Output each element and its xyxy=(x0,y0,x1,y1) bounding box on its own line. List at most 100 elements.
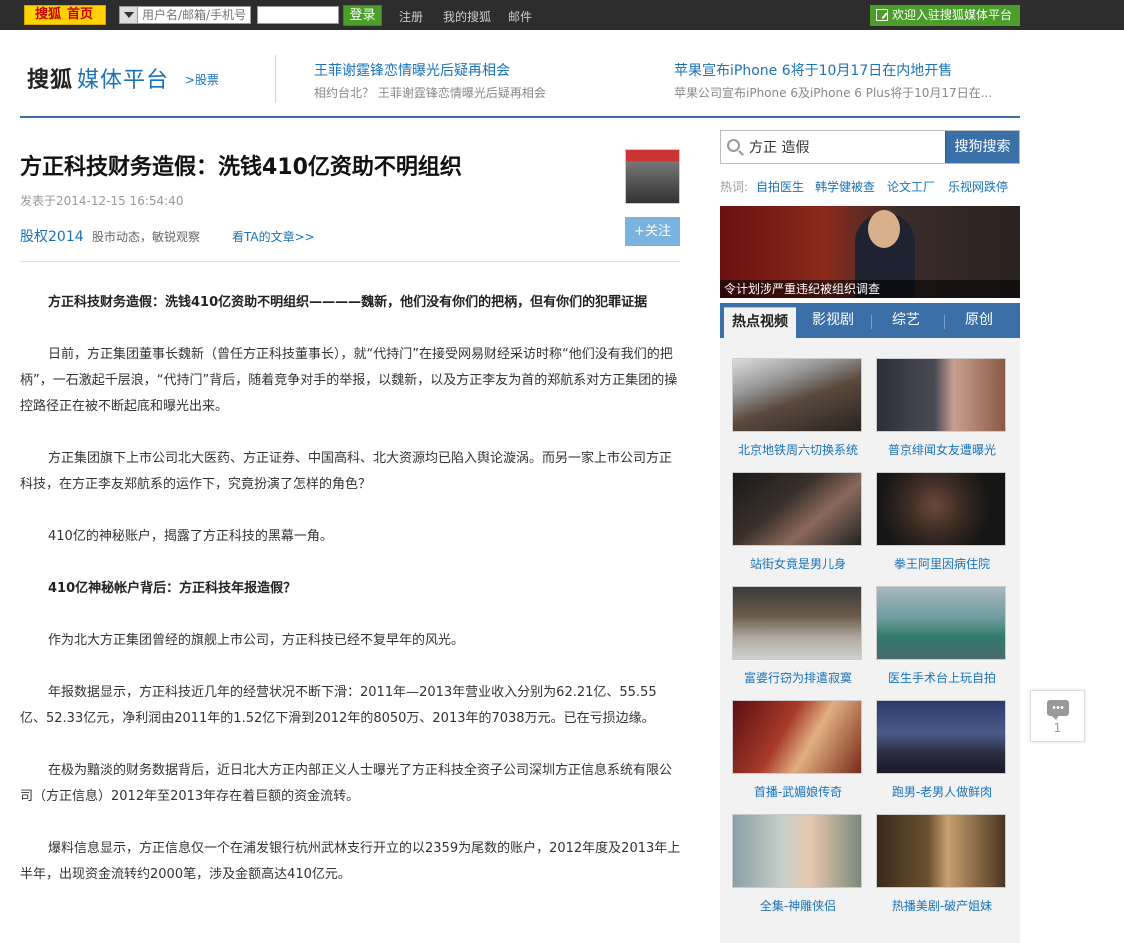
featured-news-banner[interactable]: 令计划涉严重违纪被组织调查 xyxy=(720,206,1020,298)
video-caption[interactable]: 拳王阿里因病住院 xyxy=(876,555,1008,572)
article-paragraph: 410亿神秘帐户背后：方正科技年报造假？ xyxy=(20,576,682,602)
video-caption[interactable]: 全集-神雕侠侣 xyxy=(732,897,864,914)
video-thumbnail[interactable] xyxy=(876,814,1006,888)
article-paragraph: 方正集团旗下上市公司北大医药、方正证券、中国高科、北大资源均已陷入舆论漩涡。而另… xyxy=(20,451,673,492)
tab-separator xyxy=(871,315,872,329)
video-caption[interactable]: 医生手术台上玩自拍 xyxy=(876,669,1008,686)
article-title: 方正科技财务造假：洗钱410亿资助不明组织 xyxy=(20,155,462,180)
tab-tv-series[interactable]: 影视剧 xyxy=(802,303,864,338)
video-caption[interactable]: 热播美剧-破产姐妹 xyxy=(876,897,1008,914)
video-item[interactable]: 拳王阿里因病住院 xyxy=(876,472,1008,572)
video-item[interactable]: 热播美剧-破产姐妹 xyxy=(876,814,1008,914)
password-input[interactable] xyxy=(257,6,339,24)
search-box: 搜狗搜索 xyxy=(720,130,1020,164)
video-item[interactable]: 医生手术台上玩自拍 xyxy=(876,586,1008,686)
author-avatar[interactable] xyxy=(625,149,680,204)
article-paragraph: 方正科技财务造假：洗钱410亿资助不明组织————魏新，他们没有你们的把柄，但有… xyxy=(20,290,682,316)
video-caption[interactable]: 站街女竟是男儿身 xyxy=(732,555,864,572)
author-articles-link[interactable]: 看TA的文章>> xyxy=(232,228,315,245)
video-thumbnail[interactable] xyxy=(732,586,862,660)
header-divider xyxy=(275,55,276,103)
article-paragraph-bold: 方正科技财务造假：洗钱410亿资助不明组织————魏新，他们没有你们的把柄，但有… xyxy=(48,295,648,310)
video-thumbnail[interactable] xyxy=(732,700,862,774)
sogou-search-button[interactable]: 搜狗搜索 xyxy=(945,131,1019,163)
video-caption[interactable]: 北京地铁周六切换系统 xyxy=(732,441,864,458)
hot-word-link[interactable]: 自拍医生 xyxy=(756,178,804,195)
headline-summary-2: 苹果公司宣布iPhone 6及iPhone 6 Plus将于10月17日在... xyxy=(674,86,993,100)
join-media-platform-button[interactable]: 欢迎入驻搜狐媒体平台 xyxy=(870,5,1020,26)
tab-separator xyxy=(944,315,945,329)
article-divider xyxy=(20,261,680,262)
join-media-platform-label: 欢迎入驻搜狐媒体平台 xyxy=(892,8,1013,22)
banner-photo-face xyxy=(868,210,900,248)
headline-link-1[interactable]: 王菲谢霆锋恋情曝光后疑再相会 xyxy=(314,60,510,80)
hot-videos-panel: 北京地铁周六切换系统 普京绯闻女友遭曝光 站街女竟是男儿身 拳王阿里因病住院 富… xyxy=(720,338,1020,943)
video-item[interactable]: 北京地铁周六切换系统 xyxy=(732,358,864,458)
hot-word-link[interactable]: 韩学健被查 xyxy=(815,178,875,195)
mail-link[interactable]: 邮件 xyxy=(508,8,532,25)
article-paragraph: 爆料信息显示，方正信息仅一个在浦发银行杭州武林支行开立的以2359为尾数的账户，… xyxy=(20,841,681,882)
sohu-logo-text: 搜狐 xyxy=(35,7,62,22)
tab-variety[interactable]: 综艺 xyxy=(875,303,937,338)
article-paragraph: 日前，方正集团董事长魏新（曾任方正科技董事长），就“代持门”在接受网易财经采访时… xyxy=(20,347,678,414)
publish-time: 发表于2014-12-15 16:54:40 xyxy=(20,194,184,208)
brand-logo[interactable]: 搜狐 媒体平台 xyxy=(27,62,169,94)
video-thumbnail[interactable] xyxy=(732,814,862,888)
account-type-dropdown-icon[interactable] xyxy=(120,7,138,23)
headline-link-2[interactable]: 苹果宣布iPhone 6将于10月17日在内地开售 xyxy=(674,60,952,80)
article-paragraph: 年报数据显示，方正科技近几年的经营状况不断下滑：2011年—2013年营业收入分… xyxy=(20,685,657,726)
top-bar: 搜狐首页 登录 注册 我的搜狐 邮件 欢迎入驻搜狐媒体平台 xyxy=(0,0,1124,30)
video-item[interactable]: 站街女竟是男儿身 xyxy=(732,472,864,572)
video-caption[interactable]: 富婆行窃为排遣寂寞 xyxy=(732,669,864,686)
account-field xyxy=(119,6,251,24)
article-paragraph-bold: 410亿神秘帐户背后：方正科技年报造假？ xyxy=(48,581,297,596)
video-item[interactable]: 全集-神雕侠侣 xyxy=(732,814,864,914)
edit-icon xyxy=(876,9,888,21)
header-rule xyxy=(20,116,1020,118)
brand-subtitle: 媒体平台 xyxy=(77,68,170,93)
hot-word-link[interactable]: 乐视网跌停 xyxy=(948,178,1008,195)
article-paragraph: 在极为黯淡的财务数据背后，近日北大方正内部正义人士曝光了方正科技全资子公司深圳方… xyxy=(20,763,673,804)
video-item[interactable]: 普京绯闻女友遭曝光 xyxy=(876,358,1008,458)
video-item[interactable]: 富婆行窃为排遣寂寞 xyxy=(732,586,864,686)
video-thumbnail[interactable] xyxy=(876,586,1006,660)
search-input[interactable] xyxy=(749,137,939,157)
video-item[interactable]: 跑男-老男人做鲜肉 xyxy=(876,700,1008,800)
brand-name: 搜狐 xyxy=(27,68,74,93)
video-thumbnail[interactable] xyxy=(732,358,862,432)
headline-summary-1: 相约台北？ 王菲谢霆锋恋情曝光后疑再相会 xyxy=(314,86,546,100)
follow-button[interactable]: +关注 xyxy=(625,217,680,246)
my-sohu-link[interactable]: 我的搜狐 xyxy=(443,8,491,25)
article-body: 方正科技财务造假：洗钱410亿资助不明组织————魏新，他们没有你们的把柄，但有… xyxy=(20,290,682,888)
video-thumbnail[interactable] xyxy=(876,700,1006,774)
author-description: 股市动态，敏锐观察 xyxy=(92,230,201,244)
tab-original[interactable]: 原创 xyxy=(948,303,1010,338)
video-caption[interactable]: 普京绯闻女友遭曝光 xyxy=(876,441,1008,458)
home-label: 首页 xyxy=(67,7,94,22)
register-link[interactable]: 注册 xyxy=(399,8,423,25)
article-paragraph: 410亿的神秘账户，揭露了方正科技的黑幕一角。 xyxy=(48,529,333,544)
hot-word-link[interactable]: 论文工厂 xyxy=(887,178,935,195)
comment-button[interactable]: 1 xyxy=(1030,690,1085,742)
login-button[interactable]: 登录 xyxy=(343,5,382,26)
video-thumbnail[interactable] xyxy=(876,358,1006,432)
channel-link-stocks[interactable]: >股票 xyxy=(185,71,219,88)
author-name-link[interactable]: 股权2014 xyxy=(20,226,84,246)
video-caption[interactable]: 首播-武媚娘传奇 xyxy=(732,783,864,800)
video-thumbnail[interactable] xyxy=(876,472,1006,546)
tab-hot-videos[interactable]: 热点视频 xyxy=(724,307,796,338)
account-input[interactable] xyxy=(140,7,250,23)
sohu-home-link[interactable]: 搜狐 首页 xyxy=(24,5,106,25)
video-item[interactable]: 首播-武媚娘传奇 xyxy=(732,700,864,800)
hot-words-label: 热词: xyxy=(720,180,749,194)
video-thumbnail[interactable] xyxy=(732,472,862,546)
video-tabs: 热点视频 影视剧 综艺 原创 xyxy=(720,303,1020,338)
video-caption[interactable]: 跑男-老男人做鲜肉 xyxy=(876,783,1008,800)
